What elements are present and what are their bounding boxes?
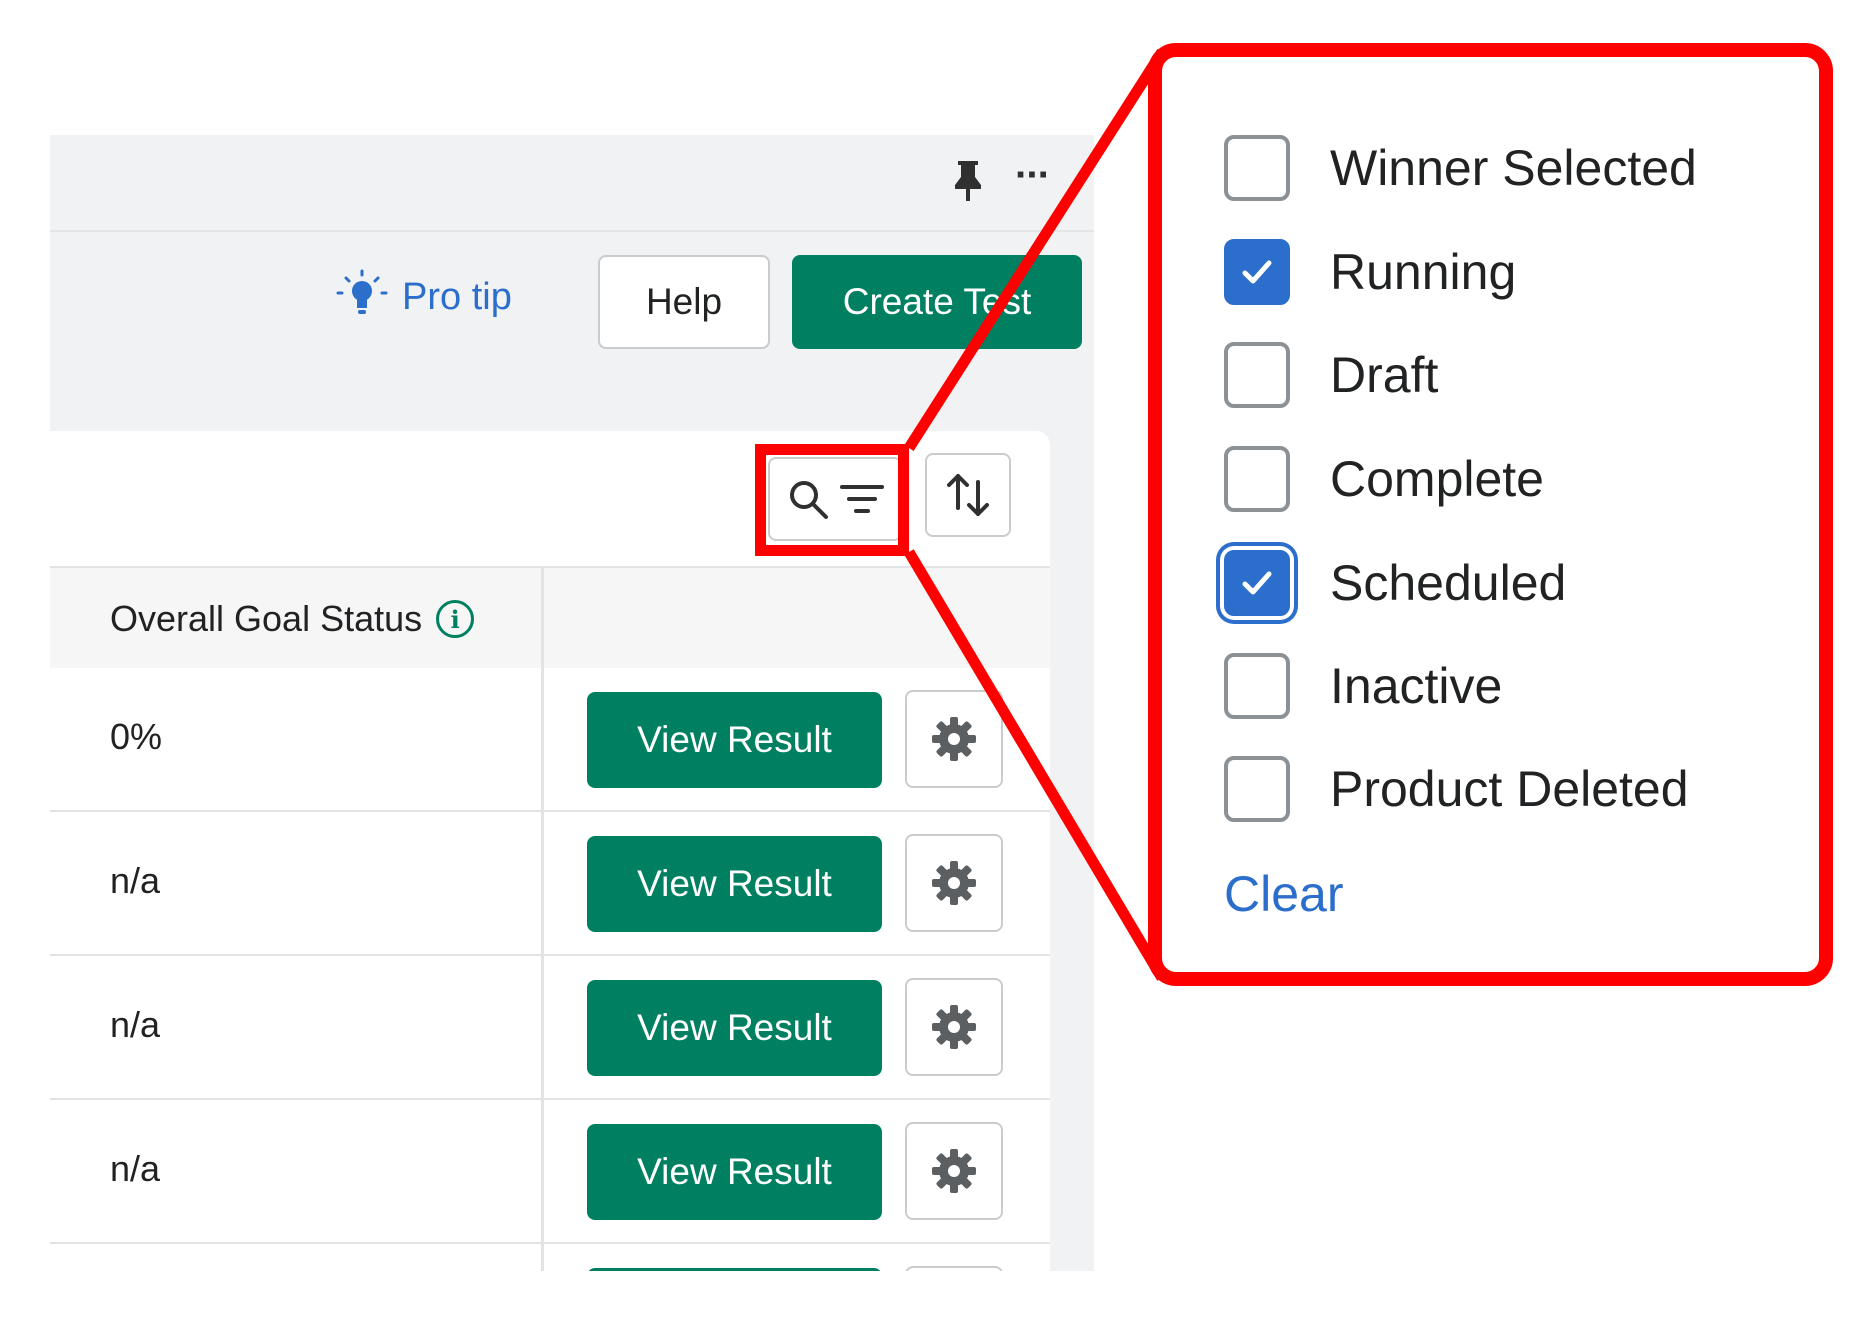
callout-highlight-frame [755,444,909,556]
column-divider [541,1244,544,1271]
table-row-partial [50,1244,1050,1271]
view-result-button[interactable]: View Result [587,980,882,1076]
settings-button[interactable] [905,834,1003,932]
filter-option-label: Draft [1330,347,1439,403]
filter-option-running[interactable]: Running [1224,239,1516,305]
checkbox[interactable] [1224,550,1290,616]
column-divider [541,812,544,954]
checkmark-icon [1242,571,1272,595]
clear-filters-link[interactable]: Clear [1224,865,1343,923]
filter-option-scheduled[interactable]: Scheduled [1224,550,1566,616]
column-divider [541,568,544,668]
gear-icon [932,1149,976,1193]
info-icon[interactable]: i [436,600,475,638]
view-result-button[interactable]: View Result [587,836,882,932]
column-divider [541,1100,544,1242]
filter-option-label: Inactive [1330,658,1503,714]
tests-table-card: Overall Goal Status i 0% View Result n/a… [50,431,1050,1271]
filter-option-product-deleted[interactable]: Product Deleted [1224,756,1689,822]
checkmark-icon [1242,260,1272,284]
filter-option-label: Product Deleted [1330,761,1689,817]
filter-option-label: Running [1330,244,1517,300]
filter-option-label: Scheduled [1330,555,1567,611]
filter-option-label: Complete [1330,451,1544,507]
settings-button[interactable] [905,1122,1003,1220]
settings-button[interactable] [905,978,1003,1076]
checkbox[interactable] [1224,756,1290,822]
pin-icon[interactable] [948,157,988,205]
goal-status-value: 0% [110,716,163,757]
table-header: Overall Goal Status i [50,566,1050,670]
goal-status-value: n/a [110,1148,161,1189]
filter-option-inactive[interactable]: Inactive [1224,653,1502,719]
filter-option-complete[interactable]: Complete [1224,446,1544,512]
goal-status-value: n/a [110,1004,161,1045]
sort-button[interactable] [925,453,1011,537]
filter-option-winner-selected[interactable]: Winner Selected [1224,135,1697,201]
settings-button-partial[interactable] [905,1266,1003,1271]
filter-option-draft[interactable]: Draft [1224,342,1438,408]
column-header-label: Overall Goal Status [110,598,423,639]
table-row: n/a View Result [50,812,1050,956]
status-filter-popover: Winner Selected Running Draft Complete S… [1148,43,1833,986]
checkbox[interactable] [1224,653,1290,719]
pro-tip-label: Pro tip [402,275,512,318]
view-result-button[interactable]: View Result [587,1124,882,1220]
gear-icon [932,861,976,905]
column-header-goal-status: Overall Goal Status i [110,598,475,640]
table-row: n/a View Result [50,956,1050,1100]
settings-button[interactable] [905,690,1003,788]
checkbox[interactable] [1224,239,1290,305]
more-actions-icon[interactable]: ··· [1015,155,1051,195]
table-row: 0% View Result [50,668,1050,812]
column-divider [541,668,544,810]
gear-icon [932,1005,976,1049]
create-test-button[interactable]: Create Test [792,255,1082,349]
top-bar: ··· [50,135,1094,232]
lightbulb-icon [336,269,388,314]
app-window: ··· Pro tip Help Create Test Overall Goa… [50,135,1094,1271]
pro-tip-link[interactable]: Pro tip [332,267,512,327]
column-divider [541,956,544,1098]
table-row: n/a View Result [50,1100,1050,1244]
view-result-button-partial[interactable] [587,1268,882,1271]
checkbox[interactable] [1224,342,1290,408]
gear-icon [932,717,976,761]
checkbox[interactable] [1224,135,1290,201]
checkbox[interactable] [1224,446,1290,512]
help-button[interactable]: Help [598,255,770,349]
goal-status-value: n/a [110,860,161,901]
filter-option-label: Winner Selected [1330,140,1697,196]
view-result-button[interactable]: View Result [587,692,882,788]
sort-icon [947,474,989,516]
